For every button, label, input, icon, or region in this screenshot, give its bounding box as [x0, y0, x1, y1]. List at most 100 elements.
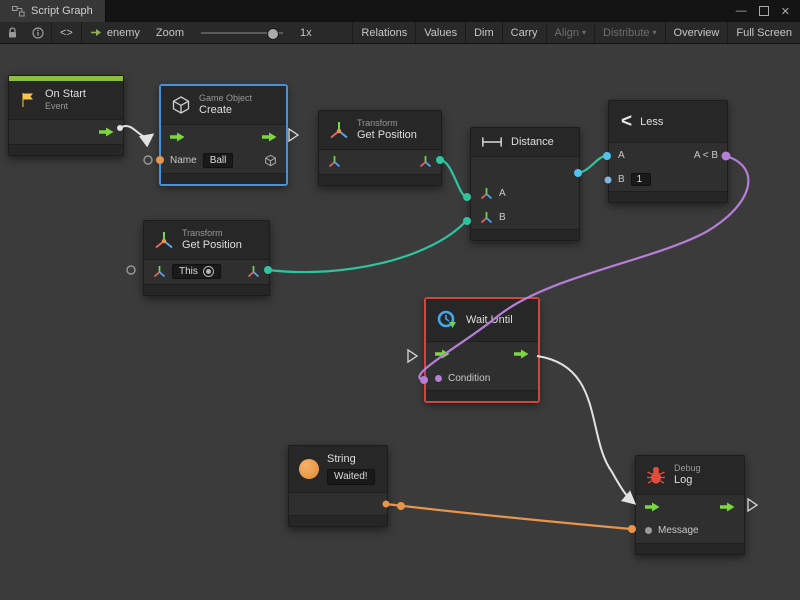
- relations-label: Relations: [361, 27, 407, 39]
- lock-icon[interactable]: [0, 27, 25, 39]
- flow-row: [426, 342, 538, 366]
- flow-in-arrow-icon[interactable]: [435, 349, 450, 359]
- node-header: Debug Log: [636, 456, 744, 495]
- distribute-button[interactable]: Distribute ▾: [595, 22, 664, 43]
- maximize-icon[interactable]: [759, 6, 769, 16]
- node-title: On Start: [45, 88, 86, 101]
- flow-in-arrow-icon[interactable]: [645, 502, 660, 512]
- node-header: String Waited!: [289, 446, 387, 493]
- values-button[interactable]: Values: [416, 22, 465, 43]
- node-header: Distance: [471, 128, 579, 157]
- transform-port-icon[interactable]: [153, 265, 166, 278]
- node-game-object-create[interactable]: Game Object Create Name Ball: [160, 85, 287, 185]
- info-icon[interactable]: [25, 27, 51, 39]
- node-title: Get Position: [182, 239, 242, 252]
- output-row: [289, 493, 387, 515]
- port-circle-create-name-unconnected[interactable]: [144, 156, 152, 164]
- name-port-row: Name Ball: [161, 149, 286, 173]
- input-a-row: A: [471, 181, 579, 205]
- object-picker-icon[interactable]: [203, 266, 214, 277]
- node-category: Debug: [674, 463, 701, 474]
- flow-direction-indicator: [408, 350, 417, 362]
- b-value-field[interactable]: 1: [631, 173, 651, 186]
- zoom-text: Zoom: [156, 27, 184, 39]
- carry-label: Carry: [511, 27, 538, 39]
- zoom-value-text: 1x: [300, 27, 312, 39]
- target-field[interactable]: This: [172, 264, 221, 279]
- node-footer: [161, 173, 286, 184]
- chevron-down-icon: ▾: [653, 28, 657, 37]
- fullscreen-label: Full Screen: [736, 27, 792, 39]
- node-on-start-event[interactable]: On Start Event: [8, 75, 124, 156]
- node-title: Less: [640, 116, 663, 128]
- node-distance[interactable]: Distance A B: [470, 127, 580, 241]
- node-less[interactable]: < Less A A < B B 1: [608, 100, 728, 203]
- overview-button[interactable]: Overview: [666, 22, 728, 43]
- wire-getposition-top-to-distance-a[interactable]: [440, 160, 466, 197]
- tab-script-graph[interactable]: Script Graph: [0, 0, 106, 22]
- wire-onstart-to-create[interactable]: [120, 126, 152, 137]
- input-b-row: B 1: [609, 167, 727, 191]
- node-header: Transform Get Position: [144, 221, 269, 260]
- cube-icon: [171, 95, 191, 115]
- zoom-slider-handle[interactable]: [267, 28, 279, 40]
- condition-port-dot[interactable]: [435, 375, 442, 382]
- flow-out-arrow-icon[interactable]: [720, 502, 735, 512]
- flag-icon: [19, 91, 37, 109]
- flow-out-arrow-icon[interactable]: [262, 132, 277, 142]
- distribute-label: Distribute: [603, 27, 649, 39]
- input-a-label: A: [499, 188, 506, 199]
- node-get-position-bottom[interactable]: Transform Get Position This: [143, 220, 270, 296]
- string-icon: [299, 459, 319, 479]
- node-debug-log[interactable]: Debug Log Message: [635, 455, 745, 555]
- wire-distance-to-less-a[interactable]: [578, 156, 605, 173]
- wire-waituntil-to-log[interactable]: [537, 356, 634, 503]
- transform-port-icon[interactable]: [328, 155, 341, 168]
- node-category: Game Object: [199, 93, 252, 104]
- minimize-icon[interactable]: —: [736, 5, 747, 17]
- graph-canvas[interactable]: On Start Event Game Object Create: [0, 44, 800, 600]
- align-button[interactable]: Align ▾: [547, 22, 594, 43]
- node-footer: [609, 191, 727, 202]
- message-port-dot[interactable]: [645, 527, 652, 534]
- carry-button[interactable]: Carry: [503, 22, 546, 43]
- graph-name[interactable]: enemy: [82, 22, 148, 43]
- zoom-slider[interactable]: [201, 32, 283, 34]
- port-dot-string-wire[interactable]: [397, 502, 405, 510]
- relations-button[interactable]: Relations: [353, 22, 415, 43]
- code-view-button[interactable]: <>: [52, 22, 81, 43]
- node-string[interactable]: String Waited!: [288, 445, 388, 527]
- dim-button[interactable]: Dim: [466, 22, 502, 43]
- values-label: Values: [424, 27, 457, 39]
- window-controls: — ✕: [736, 0, 800, 22]
- input-a-row: A A < B: [609, 143, 727, 167]
- script-graph-icon: [12, 6, 25, 17]
- position-out-port-icon[interactable]: [419, 155, 432, 168]
- flow-row: [636, 495, 744, 519]
- port-circle-getposition-target-unconnected[interactable]: [127, 266, 135, 274]
- wire-string-to-log-message[interactable]: [386, 504, 631, 529]
- output-label: A < B: [694, 150, 718, 161]
- close-icon[interactable]: ✕: [781, 5, 790, 18]
- flow-out-arrow-icon[interactable]: [99, 127, 114, 137]
- node-footer: [636, 543, 744, 554]
- zoom-value: 1x: [292, 22, 320, 43]
- flow-out-arrow-icon[interactable]: [514, 349, 529, 359]
- node-footer: [471, 229, 579, 240]
- vector-port-icon[interactable]: [480, 187, 493, 200]
- node-header: Game Object Create: [161, 86, 286, 125]
- wire-getposition-bottom-to-distance-b[interactable]: [268, 221, 466, 272]
- node-get-position-top[interactable]: Transform Get Position: [318, 110, 442, 186]
- flow-in-arrow-icon[interactable]: [170, 132, 185, 142]
- node-footer: [319, 174, 441, 185]
- vector-port-icon[interactable]: [480, 211, 493, 224]
- node-wait-until[interactable]: Wait Until Condition: [425, 298, 539, 402]
- position-out-port-icon[interactable]: [247, 265, 260, 278]
- node-title: Wait Until: [466, 314, 513, 326]
- string-value-field[interactable]: Waited!: [327, 469, 375, 485]
- fullscreen-button[interactable]: Full Screen: [728, 22, 800, 43]
- name-field[interactable]: Ball: [203, 153, 234, 168]
- flow-row: [161, 125, 286, 149]
- message-label: Message: [658, 525, 699, 536]
- node-header: Wait Until: [426, 299, 538, 342]
